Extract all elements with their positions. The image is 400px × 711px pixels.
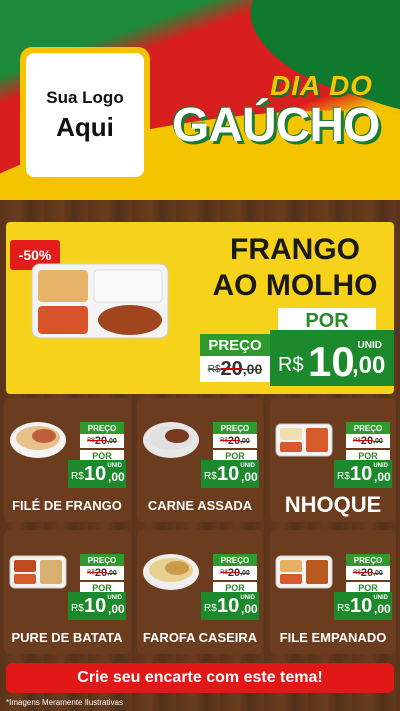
product-name: FAROFA CASEIRA xyxy=(142,630,258,645)
featured-preco-label: PREÇO xyxy=(200,334,270,356)
product-old-dec: ,00 xyxy=(240,437,250,445)
product-card[interactable]: PREÇO R$ 20,00 POR UNID R$ 10,00 CARNE ASSADA xyxy=(137,398,263,522)
cta-button[interactable]: Crie seu encarte com este tema! xyxy=(6,663,394,693)
product-old-price: R$ 20,00 xyxy=(213,566,257,580)
product-food-image xyxy=(143,422,199,458)
product-name: NHOQUE xyxy=(284,492,382,517)
product-preco-label: PREÇO xyxy=(213,554,257,566)
product-old-int: 20 xyxy=(94,435,108,447)
product-unid: UNID xyxy=(240,463,255,469)
product-price: UNID R$ 10,00 xyxy=(68,460,126,488)
product-food-image xyxy=(10,422,66,458)
product-price: UNID R$ 10,00 xyxy=(68,592,126,620)
product-old-int: 20 xyxy=(227,567,241,579)
logo-inner: Sua Logo Aqui xyxy=(26,53,144,177)
product-name: CARNE ASSADA xyxy=(147,498,253,513)
product-food-image xyxy=(9,555,67,589)
title-main: GAÚCHO xyxy=(172,99,380,152)
logo-text-line2: Aqui xyxy=(56,111,114,142)
product-old-currency: R$ xyxy=(353,438,361,444)
product-old-price: R$ 20,00 xyxy=(346,434,390,448)
product-old-dec: ,00 xyxy=(107,437,117,445)
product-old-price: R$ 20,00 xyxy=(80,434,124,448)
product-price-int: 10 xyxy=(350,595,373,617)
product-food-image xyxy=(275,423,333,457)
product-old-currency: R$ xyxy=(87,438,95,444)
product-food-image xyxy=(143,554,199,590)
product-preco-label: PREÇO xyxy=(213,422,257,434)
featured-title-line1: FRANGO xyxy=(230,233,360,266)
product-preco-label: PREÇO xyxy=(346,422,390,434)
product-old-dec: ,00 xyxy=(373,437,383,445)
product-price: UNID R$ 10,00 xyxy=(201,592,259,620)
product-unid: UNID xyxy=(240,595,255,601)
product-preco-label: PREÇO xyxy=(346,554,390,566)
product-preco-label: PREÇO xyxy=(80,554,124,566)
product-price-dec: ,00 xyxy=(108,470,125,484)
product-price-int: 10 xyxy=(84,463,107,485)
product-price-dec: ,00 xyxy=(241,602,258,616)
product-currency: R$ xyxy=(204,471,217,482)
product-price: UNID R$ 10,00 xyxy=(334,592,392,620)
product-currency: R$ xyxy=(204,603,217,614)
product-old-currency: R$ xyxy=(353,570,361,576)
product-name: FILÉ DE FRANGO xyxy=(12,498,122,513)
product-old-int: 20 xyxy=(360,567,374,579)
product-old-currency: R$ xyxy=(220,438,228,444)
product-old-dec: ,00 xyxy=(373,569,383,577)
featured-title: FRANGO AO MOLHO xyxy=(200,232,390,304)
product-price-dec: ,00 xyxy=(108,602,125,616)
product-price-dec: ,00 xyxy=(241,470,258,484)
product-currency: R$ xyxy=(71,603,84,614)
featured-title-line2: AO MOLHO xyxy=(212,269,378,302)
product-food-image xyxy=(275,555,333,589)
featured-old-price: R$ 20,00 xyxy=(200,356,270,382)
featured-food-image xyxy=(31,263,169,339)
product-preco-label: PREÇO xyxy=(80,422,124,434)
product-old-price: R$ 20,00 xyxy=(80,566,124,580)
logo-placeholder[interactable]: Sua Logo Aqui xyxy=(20,47,150,183)
product-price-dec: ,00 xyxy=(374,602,391,616)
product-unid: UNID xyxy=(373,595,388,601)
product-currency: R$ xyxy=(71,471,84,482)
featured-old-int: 20 xyxy=(220,357,243,380)
product-card[interactable]: PREÇO R$ 20,00 POR UNID R$ 10,00 NHOQUE xyxy=(270,398,396,522)
featured-old-dec: ,00 xyxy=(242,361,263,377)
featured-price: UNID R$ 10 ,00 xyxy=(270,330,394,386)
featured-unid: UNID xyxy=(357,340,382,351)
featured-price-int: 10 xyxy=(308,338,355,385)
product-name: PURE DE BATATA xyxy=(11,630,123,645)
featured-price-dec: ,00 xyxy=(352,352,386,379)
product-old-dec: ,00 xyxy=(107,569,117,577)
product-unid: UNID xyxy=(107,595,122,601)
featured-old-currency: R$ xyxy=(207,363,221,375)
product-price-int: 10 xyxy=(217,463,240,485)
footnote: *Imagens Meramente Ilustrativas xyxy=(6,698,123,707)
product-unid: UNID xyxy=(107,463,122,469)
product-unid: UNID xyxy=(373,463,388,469)
product-name: FILE EMPANADO xyxy=(279,630,387,645)
product-price: UNID R$ 10,00 xyxy=(334,460,392,488)
product-old-int: 20 xyxy=(227,435,241,447)
logo-text-line1: Sua Logo xyxy=(46,87,124,107)
product-price-int: 10 xyxy=(84,595,107,617)
product-old-currency: R$ xyxy=(87,570,95,576)
product-currency: R$ xyxy=(337,471,350,482)
product-old-price: R$ 20,00 xyxy=(346,566,390,580)
product-price-dec: ,00 xyxy=(374,470,391,484)
product-old-price: R$ 20,00 xyxy=(213,434,257,448)
product-card[interactable]: PREÇO R$ 20,00 POR UNID R$ 10,00 FILÉ DE FRANGO xyxy=(4,398,130,522)
product-price: UNID R$ 10,00 xyxy=(201,460,259,488)
product-old-dec: ,00 xyxy=(240,569,250,577)
product-old-int: 20 xyxy=(360,435,374,447)
product-card[interactable]: PREÇO R$ 20,00 POR UNID R$ 10,00 PURE DE BATATA xyxy=(4,530,130,654)
product-currency: R$ xyxy=(337,603,350,614)
product-price-int: 10 xyxy=(350,463,373,485)
product-old-int: 20 xyxy=(94,567,108,579)
product-price-int: 10 xyxy=(217,595,240,617)
featured-currency: R$ xyxy=(278,354,304,376)
product-card[interactable]: PREÇO R$ 20,00 POR UNID R$ 10,00 FILE EMPANADO xyxy=(270,530,396,654)
product-card[interactable]: PREÇO R$ 20,00 POR UNID R$ 10,00 FAROFA CASEIRA xyxy=(137,530,263,654)
product-old-currency: R$ xyxy=(220,570,228,576)
